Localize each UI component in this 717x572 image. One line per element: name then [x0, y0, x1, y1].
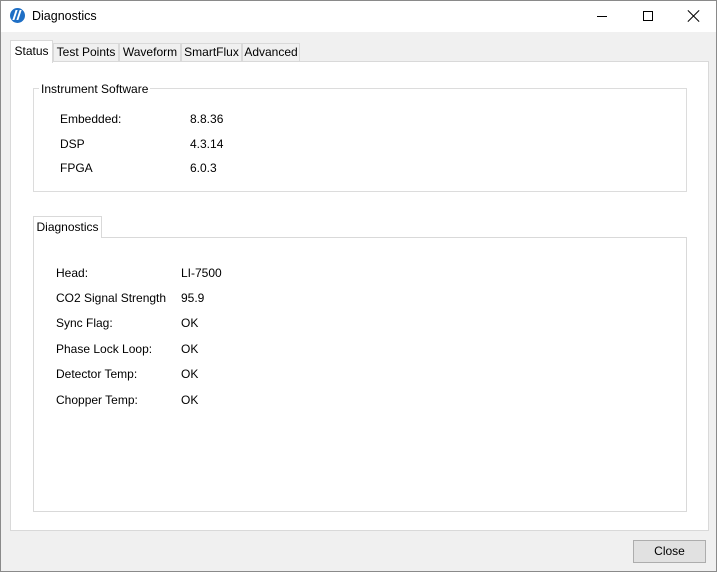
- sync-flag-value: OK: [181, 316, 199, 330]
- embedded-label: Embedded:: [60, 112, 122, 126]
- tab-diagnostics[interactable]: Diagnostics: [33, 216, 102, 238]
- detector-temp-value: OK: [181, 367, 199, 381]
- phase-lock-loop-label: Phase Lock Loop:: [56, 342, 153, 356]
- sync-flag-label: Sync Flag:: [56, 316, 113, 330]
- close-button[interactable]: Close: [633, 540, 706, 563]
- tab-status[interactable]: Status: [10, 40, 53, 63]
- diagnostics-panel: Head: LI-7500 CO2 Signal Strength 95.9 S…: [33, 237, 687, 512]
- co2-signal-strength-label: CO2 Signal Strength: [56, 291, 167, 305]
- tab-smartflux[interactable]: SmartFlux: [181, 43, 242, 62]
- co2-signal-strength-value: 95.9: [181, 291, 205, 305]
- phase-lock-loop-value: OK: [181, 342, 199, 356]
- title-bar[interactable]: Diagnostics: [1, 1, 716, 32]
- close-window-button[interactable]: [671, 1, 717, 32]
- minimize-button[interactable]: [579, 1, 625, 32]
- chopper-temp-value: OK: [181, 393, 199, 407]
- tab-test-points[interactable]: Test Points: [53, 43, 119, 62]
- fpga-label: FPGA: [60, 161, 93, 175]
- dsp-value: 4.3.14: [190, 137, 224, 151]
- tab-advanced[interactable]: Advanced: [242, 43, 300, 62]
- fpga-value: 6.0.3: [190, 161, 217, 175]
- instrument-software-group: Instrument Software Embedded: 8.8.36 DSP…: [33, 82, 687, 192]
- minimize-icon: [597, 16, 607, 17]
- diagnostics-window: Diagnostics Status Test Points Waveform …: [0, 0, 717, 572]
- head-value: LI-7500: [181, 266, 222, 280]
- detector-temp-label: Detector Temp:: [56, 367, 138, 381]
- maximize-icon: [643, 11, 653, 21]
- close-icon: [688, 10, 700, 22]
- window-title: Diagnostics: [32, 9, 97, 23]
- embedded-value: 8.8.36: [190, 112, 224, 126]
- head-label: Head:: [56, 266, 89, 280]
- app-logo-icon: [10, 8, 25, 23]
- status-tab-page: Instrument Software Embedded: 8.8.36 DSP…: [10, 61, 709, 531]
- dsp-label: DSP: [60, 137, 85, 151]
- instrument-software-title: Instrument Software: [39, 82, 151, 96]
- chopper-temp-label: Chopper Temp:: [56, 393, 138, 407]
- tab-waveform[interactable]: Waveform: [119, 43, 181, 62]
- maximize-button[interactable]: [625, 1, 671, 32]
